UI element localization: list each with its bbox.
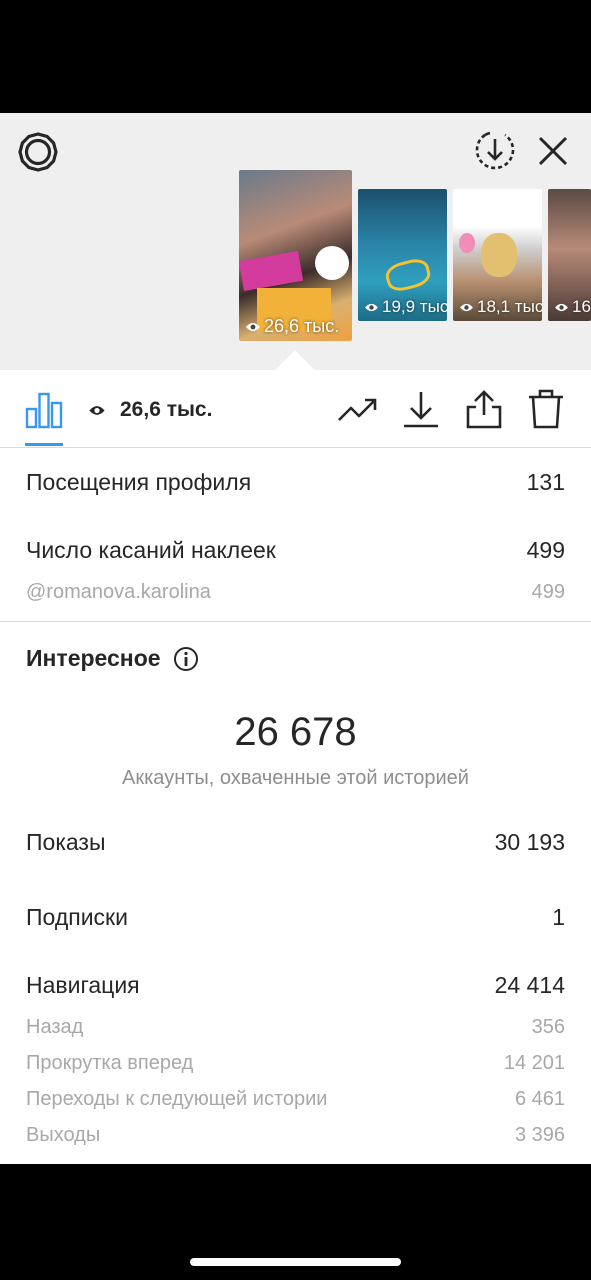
story-thumbnail[interactable]: 19,9 тыс bbox=[358, 189, 447, 321]
nav-item-value: 3 396 bbox=[514, 1123, 565, 1146]
story-view-count: 26,6 тыс. bbox=[245, 316, 339, 337]
profile-visits-value: 131 bbox=[526, 468, 565, 495]
eye-icon bbox=[555, 303, 568, 311]
nav-item-row: Выходы 3 396 bbox=[26, 1122, 565, 1148]
download-circle-icon bbox=[475, 131, 515, 170]
text-sticker bbox=[383, 255, 433, 295]
follows-label: Подписки bbox=[26, 903, 128, 930]
promote-button[interactable] bbox=[337, 392, 379, 428]
mention-value: 499 bbox=[531, 580, 565, 603]
insights-tab[interactable] bbox=[24, 390, 64, 430]
download-all-button[interactable] bbox=[470, 126, 520, 176]
reach-value: 26 678 bbox=[234, 710, 357, 754]
eye-icon bbox=[365, 303, 378, 311]
story-views-text: 16 bbox=[572, 297, 591, 316]
circle-sticker bbox=[315, 246, 349, 280]
sticker-taps-value: 499 bbox=[526, 536, 565, 563]
nav-item-row: Прокрутка вперед 14 201 bbox=[26, 1050, 565, 1076]
nav-item-value: 6 461 bbox=[514, 1087, 565, 1110]
toolbar-view-count: 26,6 тыс. bbox=[88, 397, 212, 423]
story-view-count: 16 bbox=[554, 297, 591, 317]
download-icon bbox=[404, 392, 438, 428]
views-text: 26,6 тыс. bbox=[120, 398, 213, 421]
eye-icon bbox=[246, 322, 260, 331]
navigation-label: Навигация bbox=[26, 971, 140, 998]
navigation-value: 24 414 bbox=[494, 971, 565, 998]
story-thumbnail[interactable]: 16 bbox=[548, 189, 591, 321]
share-icon bbox=[466, 390, 502, 429]
nav-item-value: 356 bbox=[531, 1015, 565, 1038]
balloon-graphic bbox=[459, 233, 475, 253]
settings-button[interactable] bbox=[14, 128, 62, 176]
story-thumbnail[interactable]: 18,1 тыс bbox=[453, 189, 542, 321]
save-button[interactable] bbox=[401, 388, 441, 430]
text-sticker bbox=[239, 251, 304, 291]
story-view-count: 19,9 тыс bbox=[364, 297, 447, 317]
eye-icon bbox=[460, 303, 473, 311]
close-button[interactable] bbox=[530, 128, 576, 174]
sticker-taps-row: Число касаний наклеек 499 bbox=[26, 535, 565, 565]
follows-row: Подписки 1 bbox=[26, 902, 565, 932]
impressions-label: Показы bbox=[26, 828, 106, 855]
info-icon[interactable] bbox=[173, 646, 199, 672]
discovery-title: Интересное bbox=[26, 645, 161, 671]
nav-item-row: Переходы к следующей истории 6 461 bbox=[26, 1086, 565, 1112]
profile-visits-row: Посещения профиля 131 bbox=[26, 467, 565, 497]
impressions-row: Показы 30 193 bbox=[26, 827, 565, 857]
gear-icon bbox=[18, 132, 58, 172]
nav-item-row: Назад 356 bbox=[26, 1014, 565, 1040]
eye-icon bbox=[89, 405, 105, 415]
story-thumbnail-selected[interactable]: 26,6 тыс. bbox=[239, 170, 352, 341]
story-view-count: 18,1 тыс bbox=[459, 297, 542, 317]
story-views-text: 18,1 тыс bbox=[477, 297, 542, 316]
trash-icon bbox=[529, 389, 563, 429]
story-views-text: 19,9 тыс bbox=[382, 297, 447, 316]
story-views-text: 26,6 тыс. bbox=[264, 316, 340, 336]
delete-button[interactable] bbox=[527, 388, 565, 430]
mention-row[interactable]: @romanova.karolina 499 bbox=[26, 579, 565, 605]
sticker-taps-label: Число касаний наклеек bbox=[26, 536, 276, 563]
mention-label: @romanova.karolina bbox=[26, 580, 211, 603]
trend-icon bbox=[338, 398, 377, 421]
impressions-value: 30 193 bbox=[494, 828, 565, 855]
follows-value: 1 bbox=[552, 903, 565, 930]
status-bar-area bbox=[0, 0, 591, 113]
close-icon bbox=[538, 136, 568, 166]
section-divider bbox=[0, 621, 591, 622]
nav-item-label: Назад bbox=[26, 1015, 84, 1038]
nav-item-label: Переходы к следующей истории bbox=[26, 1087, 328, 1110]
share-button[interactable] bbox=[464, 388, 504, 430]
reach-caption: Аккаунты, охваченные этой историей bbox=[122, 767, 469, 789]
navigation-row: Навигация 24 414 bbox=[26, 970, 565, 1000]
nav-item-label: Прокрутка вперед bbox=[26, 1051, 194, 1074]
active-tab-indicator bbox=[25, 443, 63, 446]
home-indicator[interactable] bbox=[190, 1258, 401, 1266]
bar-chart-icon bbox=[25, 392, 63, 429]
character-graphic bbox=[481, 233, 517, 277]
profile-visits-label: Посещения профиля bbox=[26, 468, 252, 495]
discovery-section-title: Интересное bbox=[26, 645, 199, 672]
nav-item-value: 14 201 bbox=[503, 1051, 565, 1074]
nav-item-label: Выходы bbox=[26, 1123, 101, 1146]
